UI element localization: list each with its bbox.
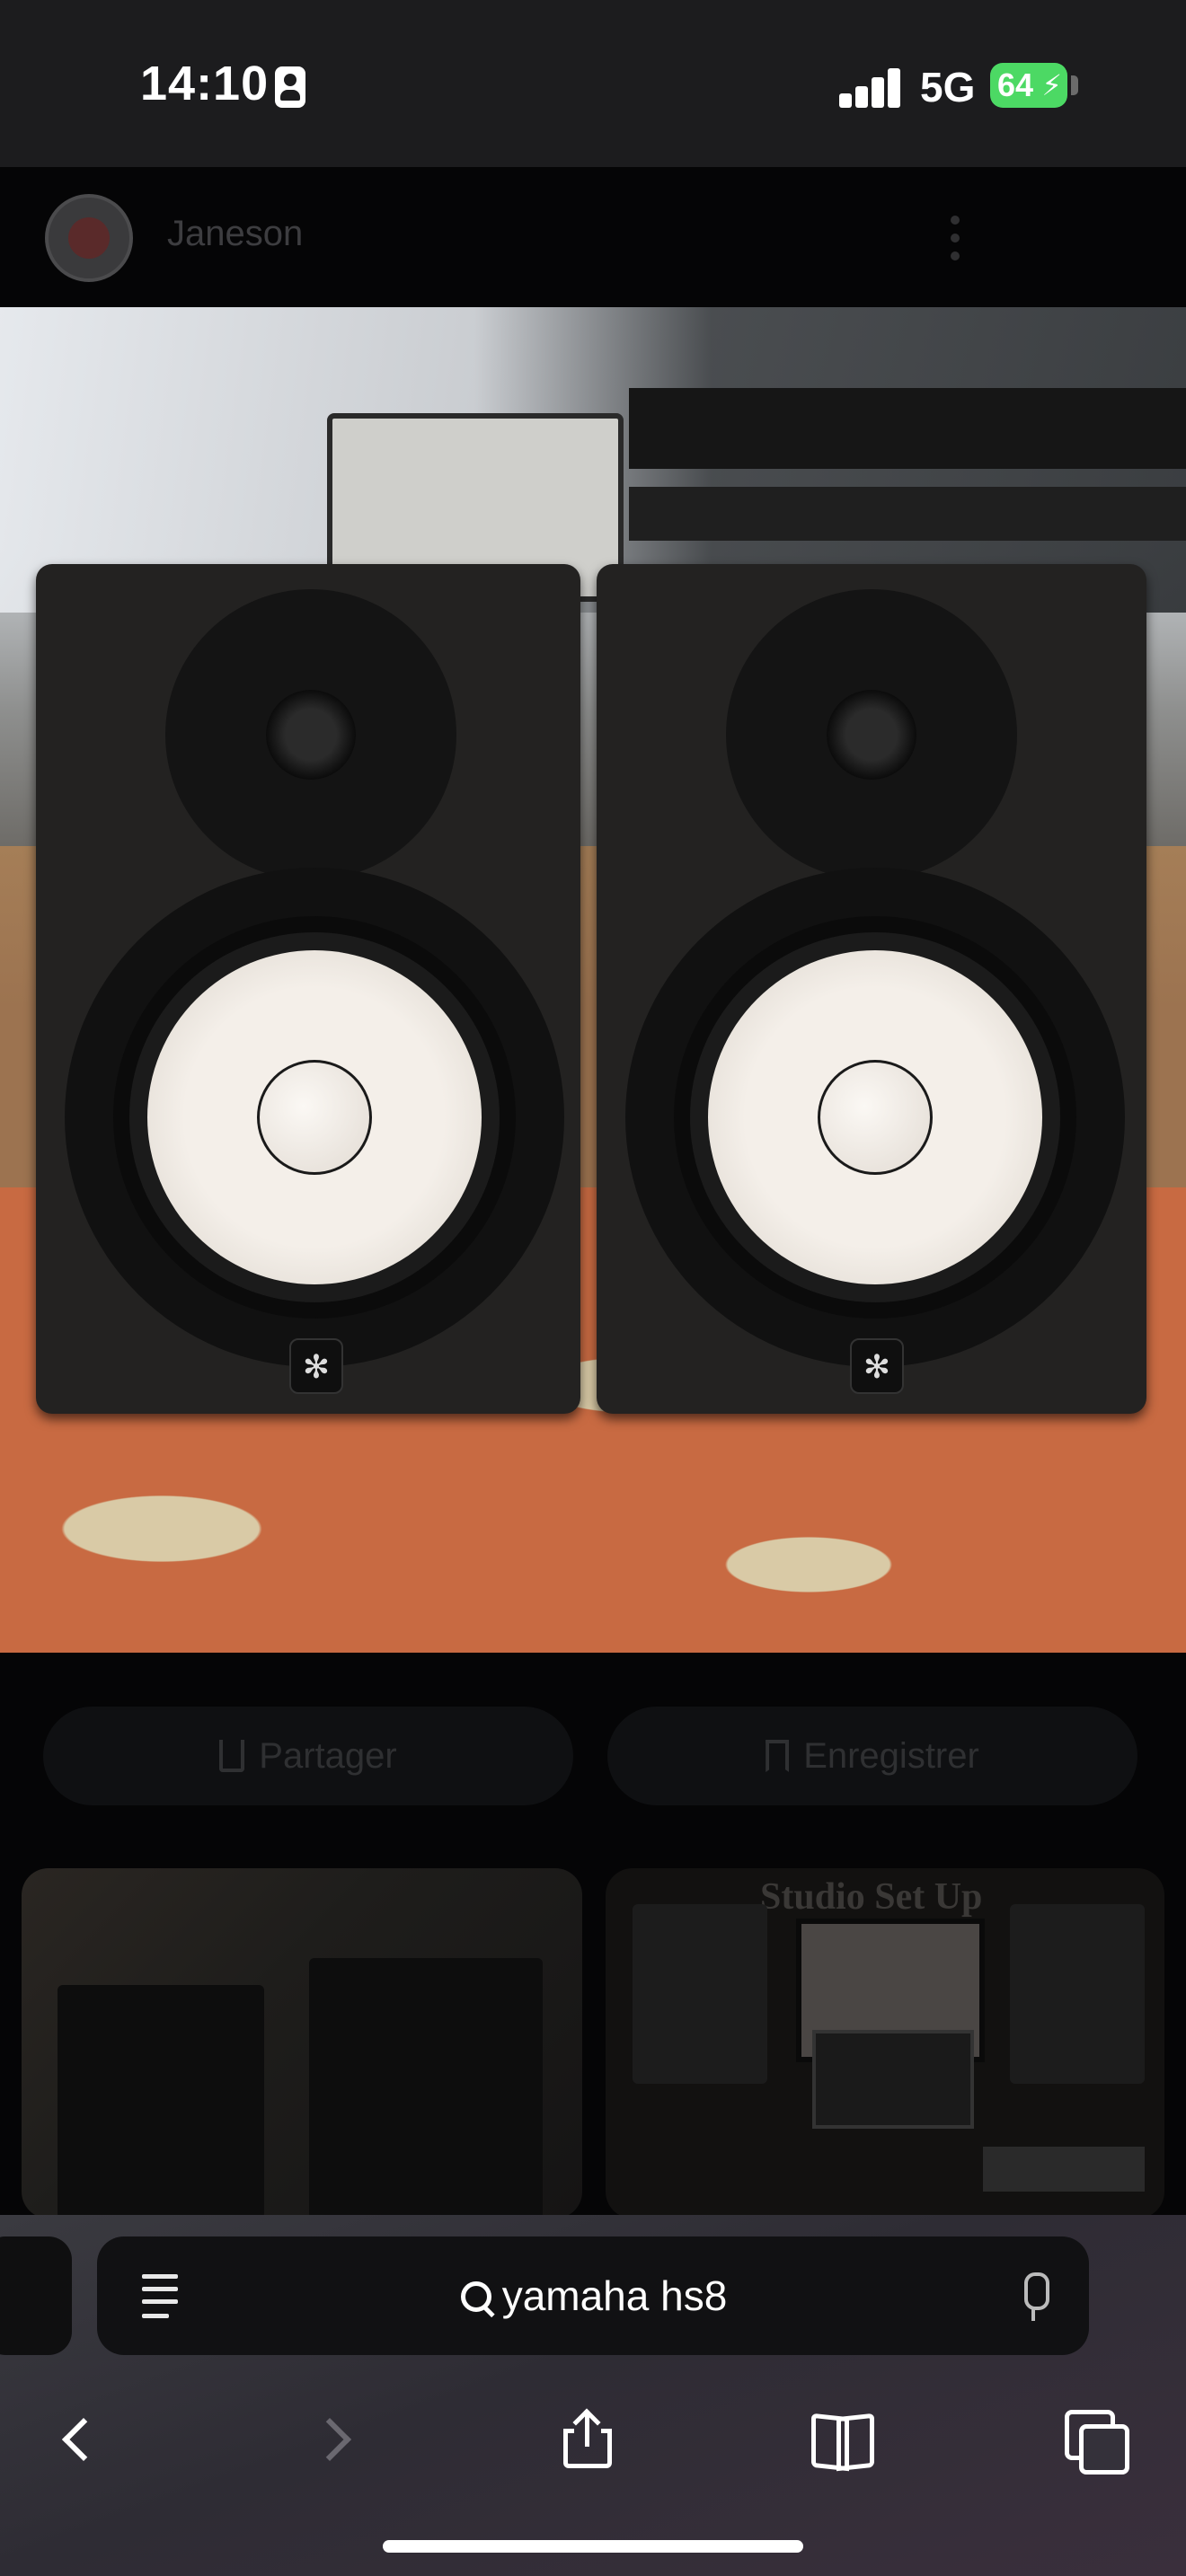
dust-cap bbox=[257, 1060, 372, 1175]
thumb-speaker bbox=[1010, 1904, 1145, 2084]
signal-icon bbox=[839, 66, 902, 108]
microphone-icon[interactable] bbox=[1019, 2272, 1049, 2323]
tabs-icon bbox=[1065, 2410, 1129, 2475]
share-page-button[interactable] bbox=[552, 2404, 624, 2475]
thumb-laptop bbox=[812, 2030, 974, 2129]
tabs-button[interactable] bbox=[1058, 2404, 1130, 2475]
woofer-ring bbox=[65, 868, 564, 1367]
yamaha-logo-icon: ✻ bbox=[289, 1338, 343, 1394]
charging-bolt-icon: ⚡ bbox=[1041, 69, 1062, 101]
bookmark-icon bbox=[766, 1740, 790, 1772]
yamaha-logo-icon: ✻ bbox=[850, 1338, 904, 1394]
share-icon bbox=[563, 2408, 612, 2468]
address-bar[interactable]: yamaha hs8 bbox=[97, 2236, 1089, 2355]
back-button[interactable] bbox=[41, 2404, 113, 2475]
dust-cap bbox=[818, 1060, 933, 1175]
browser-toolbar: yamaha hs8 bbox=[0, 2215, 1186, 2576]
battery-tip bbox=[1071, 75, 1078, 95]
woofer-cone bbox=[708, 950, 1042, 1284]
network-type: 5G bbox=[920, 64, 976, 110]
keyboard-bottom bbox=[629, 487, 1186, 541]
search-query: yamaha hs8 bbox=[501, 2272, 728, 2319]
tweeter bbox=[266, 690, 356, 780]
forward-button[interactable] bbox=[300, 2404, 372, 2475]
status-bar: 14:10 5G 64 ⚡ bbox=[0, 0, 1186, 167]
save-label: Enregistrer bbox=[803, 1735, 979, 1776]
avatar[interactable] bbox=[45, 194, 133, 282]
tweeter-plate bbox=[726, 589, 1017, 880]
thumb-speaker bbox=[633, 1904, 767, 2084]
status-time: 14:10 bbox=[140, 57, 270, 110]
related-pins: Studio Set Up bbox=[0, 1868, 1186, 2219]
related-pin-thumb[interactable] bbox=[22, 1868, 582, 2219]
thumb-title: Studio Set Up bbox=[760, 1876, 983, 1918]
woofer-ring bbox=[625, 868, 1125, 1367]
person-focus-icon bbox=[275, 66, 305, 108]
previous-tab-preview[interactable] bbox=[0, 2236, 72, 2355]
thumb-speaker bbox=[58, 1985, 264, 2219]
pin-actions: Partager Enregistrer bbox=[0, 1653, 1186, 1868]
bookmarks-icon bbox=[811, 2415, 874, 2464]
battery-icon: 64 ⚡ bbox=[990, 63, 1067, 108]
search-icon bbox=[459, 2280, 495, 2316]
tweeter bbox=[827, 690, 916, 780]
speaker-right: ✻ bbox=[597, 564, 1146, 1414]
page-menu-icon[interactable] bbox=[142, 2274, 183, 2321]
share-button[interactable]: Partager bbox=[43, 1707, 573, 1805]
woofer-cone bbox=[147, 950, 482, 1284]
battery-level: 64 bbox=[997, 66, 1034, 103]
home-indicator bbox=[383, 2540, 803, 2553]
speaker-left: ✻ bbox=[36, 564, 580, 1414]
thumb-keyboard bbox=[983, 2147, 1145, 2192]
bookmarks-button[interactable] bbox=[807, 2404, 879, 2475]
share-label: Partager bbox=[259, 1735, 397, 1776]
author-name[interactable]: Janeson bbox=[167, 214, 303, 254]
thumb-speaker bbox=[309, 1958, 543, 2219]
woofer-surround bbox=[113, 916, 516, 1319]
toolbar-buttons bbox=[0, 2377, 1186, 2502]
share-icon bbox=[219, 1740, 245, 1772]
more-options-icon[interactable] bbox=[951, 216, 961, 262]
forward-icon bbox=[307, 2417, 352, 2462]
back-icon bbox=[61, 2417, 106, 2462]
keyboard-top bbox=[629, 388, 1186, 469]
save-button[interactable]: Enregistrer bbox=[607, 1707, 1137, 1805]
woofer-surround bbox=[674, 916, 1076, 1319]
related-pin-thumb[interactable]: Studio Set Up bbox=[606, 1868, 1164, 2219]
pin-image[interactable]: ✻ ✻ bbox=[0, 307, 1186, 1653]
pin-header: Janeson bbox=[0, 167, 1186, 307]
tweeter-plate bbox=[165, 589, 456, 880]
